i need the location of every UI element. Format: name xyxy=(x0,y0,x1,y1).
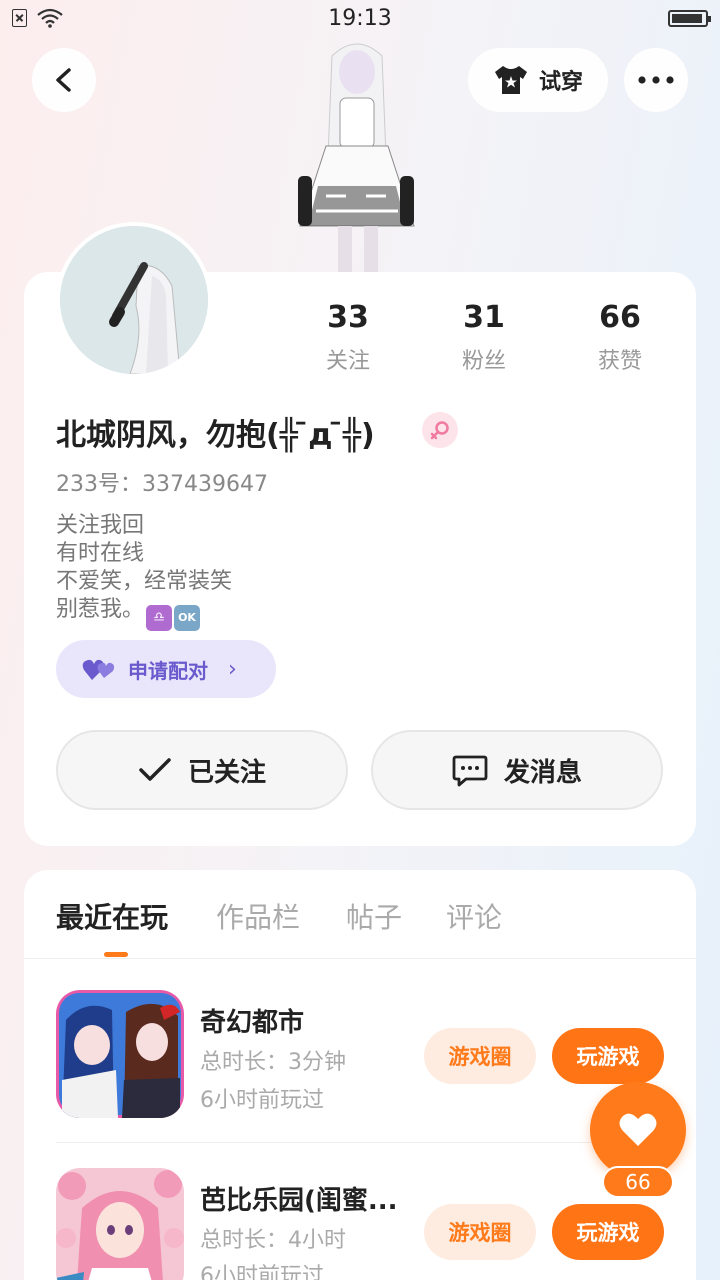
status-time: 19:13 xyxy=(328,6,392,31)
user-id: 233号：337439647 xyxy=(56,472,268,497)
tab-recently-played[interactable]: 最近在玩 xyxy=(56,896,168,936)
request-pair-label: 申请配对 xyxy=(128,658,208,683)
more-dots-icon xyxy=(638,76,674,84)
game-circle-button[interactable]: 游戏圈 xyxy=(424,1204,536,1260)
fans-count: 31 xyxy=(463,300,505,335)
followed-label: 已关注 xyxy=(187,757,266,788)
bio-line: 别惹我。 xyxy=(56,597,145,622)
chevron-right-icon: › xyxy=(228,656,237,682)
stat-following[interactable]: 33 关注 xyxy=(288,300,408,375)
try-on-button[interactable]: 试穿 xyxy=(468,48,608,112)
female-gender-icon xyxy=(422,412,458,448)
back-button[interactable] xyxy=(32,48,96,112)
following-count: 33 xyxy=(327,300,369,335)
list-divider xyxy=(56,1142,666,1143)
game-circle-button[interactable]: 游戏圈 xyxy=(424,1028,536,1084)
game-icon[interactable] xyxy=(56,990,184,1118)
send-message-button[interactable]: 发消息 xyxy=(371,730,663,810)
try-on-label: 试穿 xyxy=(538,70,583,95)
libra-emoji: ♎ xyxy=(146,605,173,631)
tab-posts[interactable]: 帖子 xyxy=(346,896,402,936)
chat-bubble-icon xyxy=(452,755,488,787)
like-button[interactable] xyxy=(590,1082,686,1178)
tab-works[interactable]: 作品栏 xyxy=(216,896,300,936)
bio-line-last: 别惹我。 ♎ OK xyxy=(56,596,232,631)
nickname: 北城阴风，勿抱(╬ ̄д ̄╬) xyxy=(56,418,375,453)
like-count-badge: 66 xyxy=(602,1166,674,1198)
game-duration: 总时长：4小时 xyxy=(200,1228,346,1253)
bio-line: 关注我回 xyxy=(56,513,145,538)
battery-icon xyxy=(668,10,711,27)
game-title[interactable]: 奇幻都市 xyxy=(200,1002,304,1039)
likes-label: 获赞 xyxy=(597,349,642,374)
play-game-button[interactable]: 玩游戏 xyxy=(552,1028,664,1084)
character-figure xyxy=(298,43,415,274)
bio-line: 不爱笑，经常装笑 xyxy=(56,569,233,594)
tab-comments[interactable]: 评论 xyxy=(446,896,502,936)
request-pair-button[interactable]: 申请配对 › xyxy=(56,640,276,698)
stat-likes[interactable]: 66 获赞 xyxy=(560,300,680,375)
fans-label: 粉丝 xyxy=(461,349,506,374)
back-arrow-icon xyxy=(56,68,71,92)
followed-button[interactable]: 已关注 xyxy=(56,730,348,810)
send-message-label: 发消息 xyxy=(503,757,582,788)
active-tab-indicator xyxy=(104,952,128,957)
ok-emoji: OK xyxy=(174,605,201,631)
avatar-image xyxy=(60,226,208,374)
following-label: 关注 xyxy=(325,349,370,374)
play-game-button[interactable]: 玩游戏 xyxy=(552,1204,664,1260)
likes-count: 66 xyxy=(599,300,641,335)
tabs-divider xyxy=(24,958,696,959)
hearts-icon xyxy=(82,659,115,680)
stat-fans[interactable]: 31 粉丝 xyxy=(424,300,544,375)
avatar[interactable] xyxy=(56,222,212,378)
more-options-button[interactable] xyxy=(624,48,688,112)
game-duration: 总时长：3分钟 xyxy=(200,1050,346,1075)
bio-line: 有时在线 xyxy=(56,541,145,566)
status-bar: 19:13 xyxy=(0,0,720,38)
check-icon xyxy=(139,758,171,781)
game-title[interactable]: 芭比乐园(闺蜜... xyxy=(200,1180,398,1217)
shirt-icon xyxy=(494,66,527,94)
bio: 关注我回 有时在线 不爱笑，经常装笑 别惹我。 ♎ OK xyxy=(56,512,232,631)
game-last-played: 6小时前玩过 xyxy=(200,1264,324,1280)
game-last-played: 6小时前玩过 xyxy=(200,1088,324,1113)
heart-icon xyxy=(619,1113,657,1146)
game-icon[interactable] xyxy=(56,1168,184,1280)
